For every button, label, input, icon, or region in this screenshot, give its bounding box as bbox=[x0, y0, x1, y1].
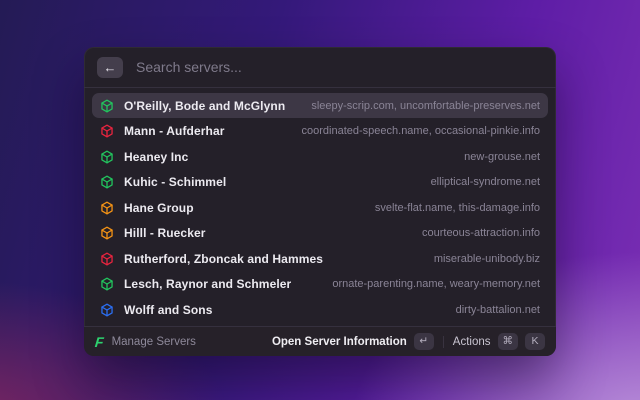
brand-f-logo: F bbox=[94, 333, 105, 350]
server-name: Kuhic - Schimmel bbox=[124, 175, 227, 189]
actions-button[interactable]: Actions bbox=[453, 336, 491, 348]
back-button[interactable]: ← bbox=[97, 56, 123, 78]
server-name: Hane Group bbox=[124, 200, 194, 215]
cube-icon bbox=[100, 124, 114, 138]
server-list-item[interactable]: Heaney Inc new-grouse.net bbox=[92, 144, 548, 169]
cube-icon bbox=[100, 150, 114, 164]
server-domains: sleepy-scrip.com, uncomfortable-preserve… bbox=[311, 99, 540, 112]
k-key-badge: K bbox=[525, 333, 545, 350]
footer-bar: F Manage Servers Open Server Information… bbox=[84, 326, 556, 356]
search-bar: ← bbox=[84, 47, 556, 88]
server-list-item[interactable]: Kuhic - Schimmel elliptical-syndrome.net bbox=[92, 170, 548, 195]
server-name: Heaney Inc bbox=[124, 149, 189, 164]
server-list-item[interactable]: Wolff and Sons dirty-battalion.net bbox=[92, 297, 548, 322]
cube-icon bbox=[100, 277, 114, 291]
footer-actions: Open Server Information ↵ Actions ⌘ K bbox=[272, 333, 545, 350]
cube-icon bbox=[100, 303, 114, 317]
server-search-palette: ← O'Reilly, Bode and McGlynn sleepy-scri… bbox=[84, 47, 556, 356]
footer-divider bbox=[442, 335, 444, 348]
cube-icon bbox=[100, 99, 114, 113]
server-domains: dirty-battalion.net bbox=[455, 303, 540, 316]
server-name: Hilll - Ruecker bbox=[124, 226, 206, 240]
arrow-left-icon: ← bbox=[103, 59, 117, 75]
enter-key-badge: ↵ bbox=[413, 333, 434, 350]
server-domains: new-grouse.net bbox=[464, 150, 540, 163]
open-server-information-button[interactable]: Open Server Information bbox=[272, 336, 407, 348]
server-domains: ornate-parenting.name, weary-memory.net bbox=[332, 278, 540, 290]
server-name: O'Reilly, Bode and McGlynn bbox=[124, 98, 286, 113]
server-domains: elliptical-syndrome.net bbox=[430, 176, 540, 188]
server-name: Wolff and Sons bbox=[124, 302, 213, 317]
desktop-background: ← O'Reilly, Bode and McGlynn sleepy-scri… bbox=[0, 0, 640, 400]
server-name: Mann - Aufderhar bbox=[124, 124, 225, 138]
cube-icon bbox=[100, 201, 114, 215]
command-key-badge: ⌘ bbox=[497, 333, 518, 350]
server-domains: coordinated-speech.name, occasional-pink… bbox=[301, 125, 540, 137]
server-list: O'Reilly, Bode and McGlynn sleepy-scrip.… bbox=[84, 88, 556, 326]
search-input[interactable] bbox=[134, 58, 543, 76]
server-list-item[interactable]: O'Reilly, Bode and McGlynn sleepy-scrip.… bbox=[92, 93, 548, 118]
server-name: Lesch, Raynor and Schmeler bbox=[124, 277, 292, 291]
server-list-item[interactable]: Hane Group svelte-flat.name, this-damage… bbox=[92, 195, 548, 220]
server-domains: courteous-attraction.info bbox=[421, 227, 540, 239]
cube-icon bbox=[100, 252, 114, 266]
server-name: Rutherford, Zboncak and Hammes bbox=[124, 251, 324, 266]
cube-icon bbox=[100, 226, 114, 240]
server-domains: miserable-unibody.biz bbox=[433, 252, 540, 265]
server-list-item[interactable]: Rutherford, Zboncak and Hammes miserable… bbox=[92, 246, 548, 271]
cube-icon bbox=[100, 175, 114, 189]
server-list-item[interactable]: Hilll - Ruecker courteous-attraction.inf… bbox=[92, 221, 548, 246]
server-list-item[interactable]: Mann - Aufderhar coordinated-speech.name… bbox=[92, 119, 548, 144]
server-domains: svelte-flat.name, this-damage.info bbox=[374, 201, 540, 214]
manage-servers-label: Manage Servers bbox=[111, 335, 196, 348]
server-list-item[interactable]: Lesch, Raynor and Schmeler ornate-parent… bbox=[92, 272, 548, 297]
